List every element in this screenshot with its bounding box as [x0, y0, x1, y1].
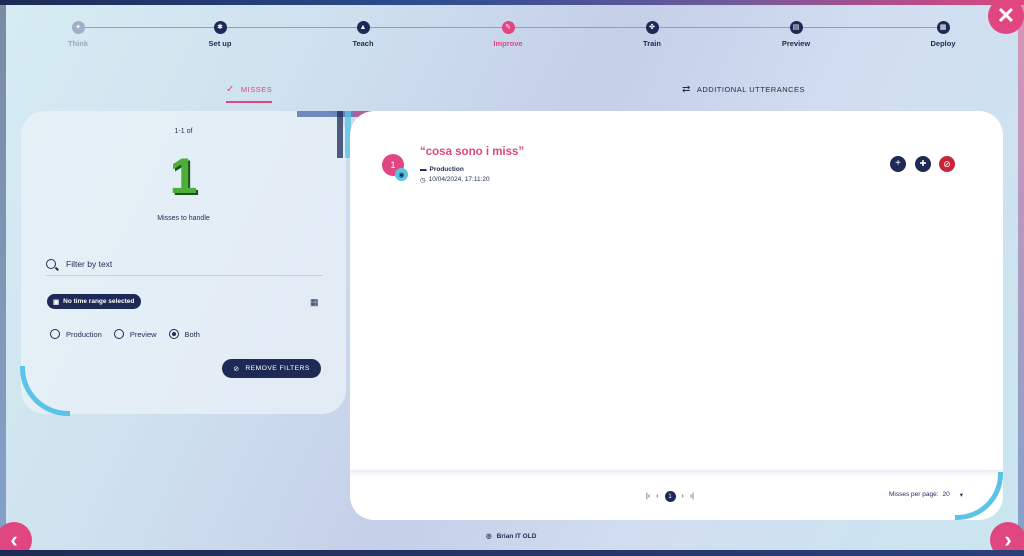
step-label: Think [68, 39, 88, 48]
tab-label: ADDITIONAL UTTERANCES [696, 85, 806, 94]
step-deploy[interactable]: ▦ Deploy [903, 21, 983, 48]
calendar-small-icon: ▣ [53, 298, 60, 306]
per-page-label: Misses per page: [889, 491, 939, 498]
first-page-icon[interactable]: |‹ [646, 493, 650, 500]
repeat-icon: ⇄ [682, 84, 691, 95]
time-range-label: No time range selected [63, 298, 135, 305]
miss-utterance: “cosa sono i miss” [420, 146, 525, 158]
check-icon: ✓ [226, 84, 235, 95]
radio-circle [50, 329, 60, 339]
frame-right-edge [1018, 5, 1024, 550]
environment-label: Production [429, 166, 464, 173]
per-page-value: 20 [942, 491, 950, 498]
close-icon: ✕ [996, 3, 1016, 28]
deploy-icon: ▦ [936, 21, 950, 34]
step-label: Teach [352, 39, 374, 48]
gear-icon: ✱ [213, 21, 227, 34]
decorative-arc [20, 366, 70, 416]
last-page-icon[interactable]: ›| [690, 493, 694, 500]
assign-intent-button[interactable]: ✚ [915, 156, 931, 172]
radio-both[interactable]: Both [168, 329, 200, 339]
radio-label: Production [66, 329, 102, 339]
tab-label: MISSES [240, 85, 273, 94]
workflow-stepper: ✦ Think ✱ Set up ▲ Teach ✎ Improve ✤ Tra… [40, 14, 985, 54]
footer-divider [350, 470, 1003, 476]
step-label: Train [643, 39, 661, 48]
frame-left-edge [0, 5, 6, 550]
add-utterance-button[interactable]: + [890, 156, 906, 172]
datetime-label: 10/04/2024, 17:11:20 [428, 176, 490, 183]
remove-filters-button[interactable]: ⊘ REMOVE FILTERS [222, 359, 321, 378]
misses-caption: Misses to handle [157, 215, 210, 222]
folder-icon: ▬ [420, 166, 427, 173]
brain-icon: ✤ [645, 21, 659, 34]
step-label: Deploy [930, 39, 956, 48]
misses-list-panel: 1 ◉ “cosa sono i miss” ▬ Production ◷ 10… [350, 111, 1003, 520]
radio-circle [113, 329, 124, 339]
text-filter [46, 252, 323, 276]
search-icon [46, 258, 56, 269]
radio-circle [168, 329, 179, 339]
time-range-chip[interactable]: ▣ No time range selected [47, 294, 142, 309]
step-setup[interactable]: ✱ Set up [180, 21, 260, 48]
plus-icon: + [895, 158, 901, 169]
clock-icon: ◷ [420, 177, 426, 184]
eye-icon[interactable]: ◉ [395, 168, 408, 181]
prev-page-icon[interactable]: ‹ [656, 493, 658, 500]
step-label: Improve [493, 39, 523, 48]
radio-production[interactable]: Production [50, 329, 102, 339]
bot-icon: ◎ [486, 533, 492, 540]
bot-name-label: Brian IT OLD [496, 532, 537, 540]
bottom-accent-bar [0, 550, 1024, 556]
step-preview[interactable]: ▤ Preview [756, 21, 836, 48]
filter-text-input[interactable] [66, 258, 306, 269]
environment-radio-group: Production Preview Both [50, 329, 200, 339]
step-train[interactable]: ✤ Train [612, 21, 692, 48]
step-improve[interactable]: ✎ Improve [468, 21, 548, 48]
miss-environment: ▬ Production [420, 166, 464, 173]
pencil-icon: ✎ [501, 21, 515, 34]
bot-name: ◎ Brian IT OLD [486, 532, 537, 541]
next-page-icon[interactable]: › [682, 493, 684, 500]
radio-preview[interactable]: Preview [113, 329, 157, 339]
miss-timestamp: ◷ 10/04/2024, 17:11:20 [420, 176, 490, 184]
radio-label: Preview [129, 329, 157, 339]
step-think[interactable]: ✦ Think [38, 21, 118, 48]
calendar-icon[interactable]: ▦ [310, 297, 319, 308]
graduation-icon: ▲ [356, 21, 370, 34]
remove-filters-label: REMOVE FILTERS [245, 365, 310, 372]
preview-icon: ▤ [789, 21, 803, 34]
block-icon: ⊘ [943, 158, 951, 169]
step-teach[interactable]: ▲ Teach [323, 21, 403, 48]
lightbulb-icon: ✦ [71, 21, 85, 34]
puzzle-icon: ✚ [919, 159, 927, 168]
filter-off-icon: ⊘ [233, 365, 240, 373]
tab-misses[interactable]: ✓ MISSES [226, 84, 273, 103]
radio-label: Both [184, 329, 200, 339]
pagination: |‹ ‹ 1 › ›| [646, 491, 694, 502]
ignore-miss-button[interactable]: ⊘ [939, 156, 955, 172]
step-label: Preview [781, 39, 811, 48]
current-page[interactable]: 1 [664, 491, 676, 502]
tab-additional-utterances[interactable]: ⇄ ADDITIONAL UTTERANCES [682, 84, 805, 95]
per-page-select[interactable]: Misses per page: 20 ▾ [889, 491, 963, 499]
step-label: Set up [208, 39, 232, 48]
top-accent-bar [0, 0, 1024, 5]
